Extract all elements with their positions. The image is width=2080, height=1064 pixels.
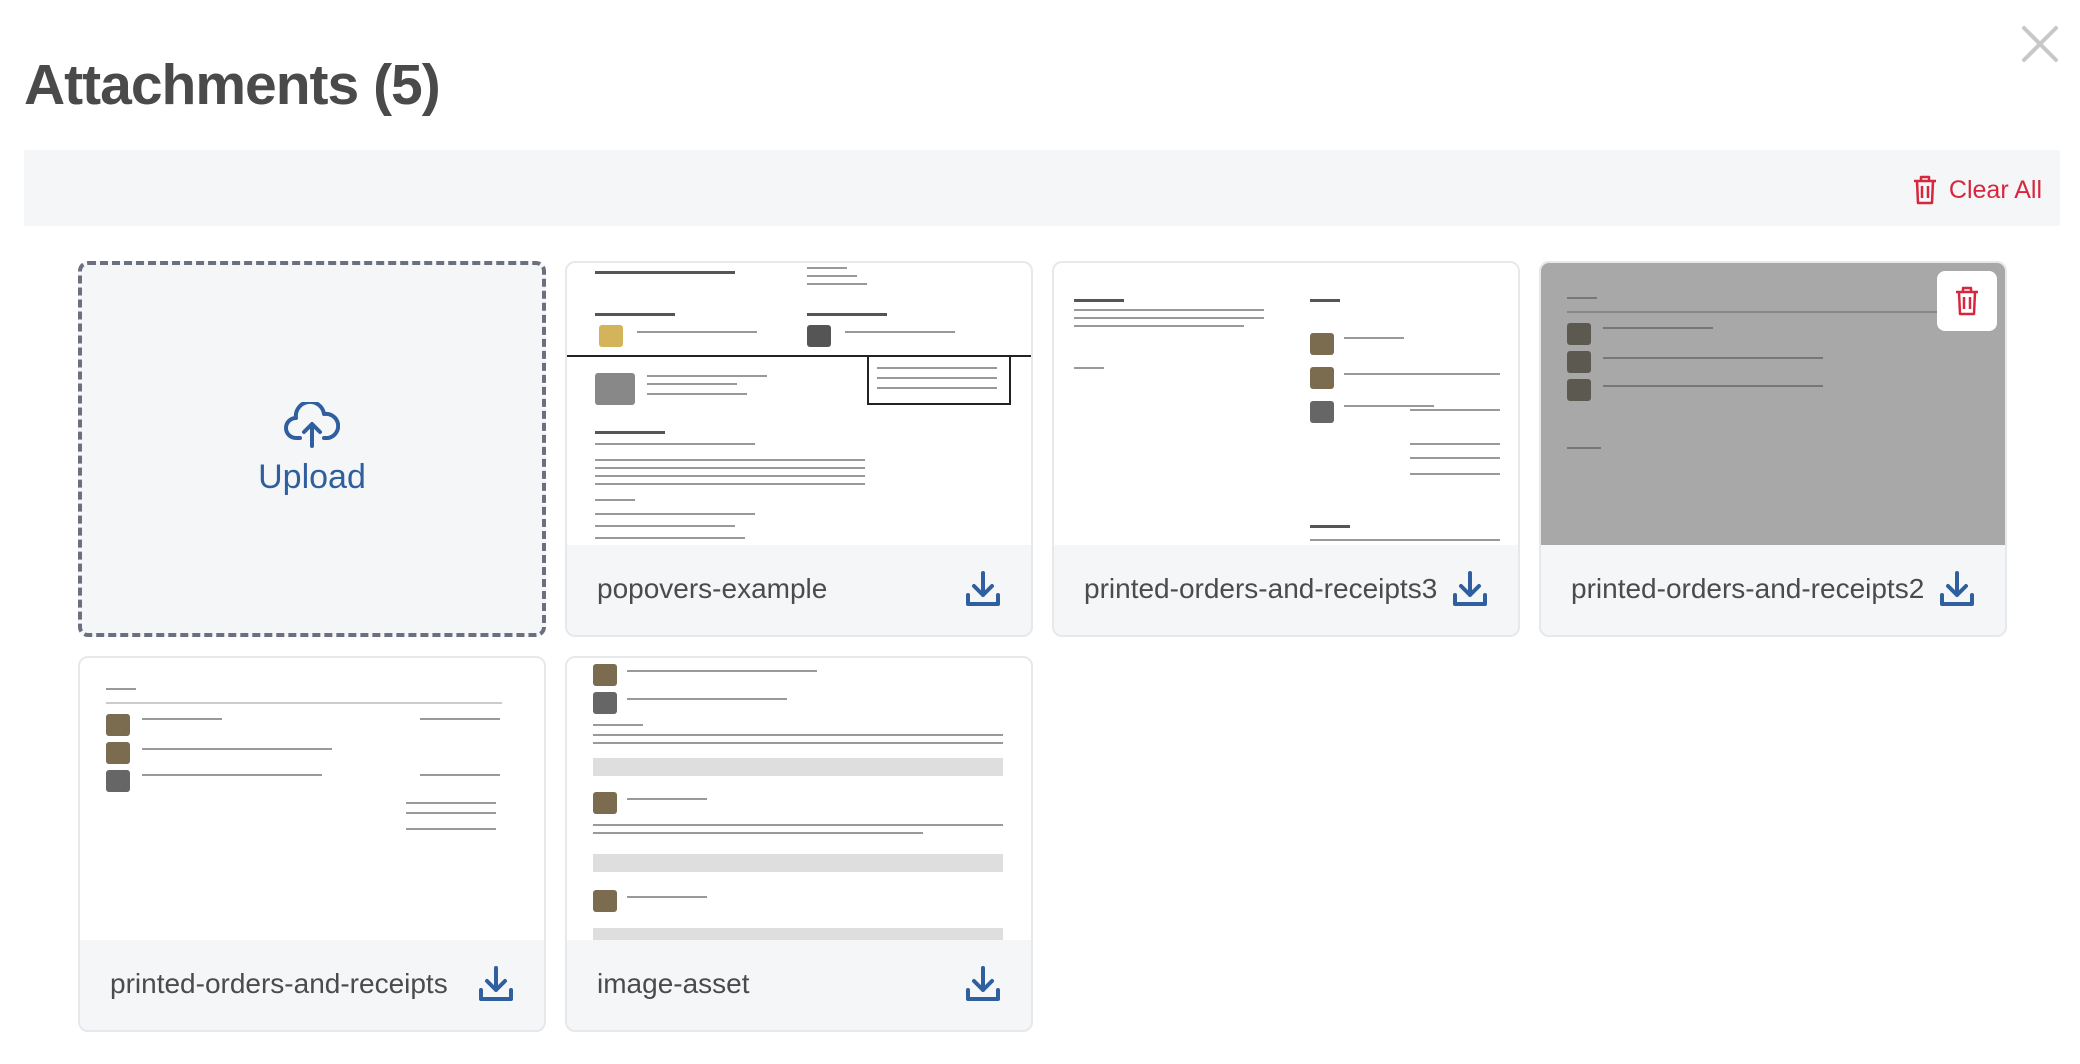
attachment-thumbnail xyxy=(1541,263,2005,545)
download-icon[interactable] xyxy=(476,964,516,1004)
attachments-toolbar: Clear All xyxy=(24,150,2060,226)
upload-dropzone[interactable]: Upload xyxy=(78,261,546,637)
attachment-footer: printed-orders-and-receipts3 xyxy=(1054,543,1518,635)
file-name: popovers-example xyxy=(597,573,828,604)
attachment-footer: popovers-example xyxy=(567,543,1031,635)
upload-label: Upload xyxy=(258,457,366,496)
attachment-thumbnail xyxy=(567,658,1031,940)
download-icon[interactable] xyxy=(1937,569,1977,609)
download-icon[interactable] xyxy=(963,569,1003,609)
attachment-card[interactable]: printed-orders-and-receipts2 xyxy=(1539,261,2007,637)
attachment-thumbnail xyxy=(567,263,1031,545)
dialog-title: Attachments (5) xyxy=(24,53,441,117)
attachment-footer: printed-orders-and-receipts2 xyxy=(1541,543,2005,635)
file-name: printed-orders-and-receipts3 xyxy=(1084,573,1438,604)
attachment-card[interactable]: printed-orders-and-receipts3 xyxy=(1052,261,1520,637)
attachment-thumbnail xyxy=(1054,263,1518,545)
attachment-card[interactable]: image-asset xyxy=(565,656,1033,1032)
attachment-thumbnail xyxy=(80,658,544,940)
attachment-card[interactable]: popovers-example xyxy=(565,261,1033,637)
attachment-card[interactable]: printed-orders-and-receipts xyxy=(78,656,546,1032)
file-name: printed-orders-and-receipts2 xyxy=(1571,573,1925,604)
trash-icon xyxy=(1913,175,1936,205)
download-icon[interactable] xyxy=(1450,569,1490,609)
attachment-footer: printed-orders-and-receipts xyxy=(80,938,544,1030)
file-name: printed-orders-and-receipts xyxy=(110,968,448,999)
attachment-footer: image-asset xyxy=(567,938,1031,1030)
delete-attachment-button[interactable] xyxy=(1937,271,1997,331)
download-icon[interactable] xyxy=(963,964,1003,1004)
close-icon[interactable] xyxy=(2016,20,2064,68)
attachments-grid: Upload popovers-example printed-orders-a… xyxy=(78,261,2018,1032)
cloud-upload-icon xyxy=(284,401,340,448)
clear-all-button[interactable]: Clear All xyxy=(1911,174,2042,206)
clear-all-label: Clear All xyxy=(1948,175,2042,204)
file-name: image-asset xyxy=(597,968,750,999)
trash-icon xyxy=(1956,286,1978,316)
